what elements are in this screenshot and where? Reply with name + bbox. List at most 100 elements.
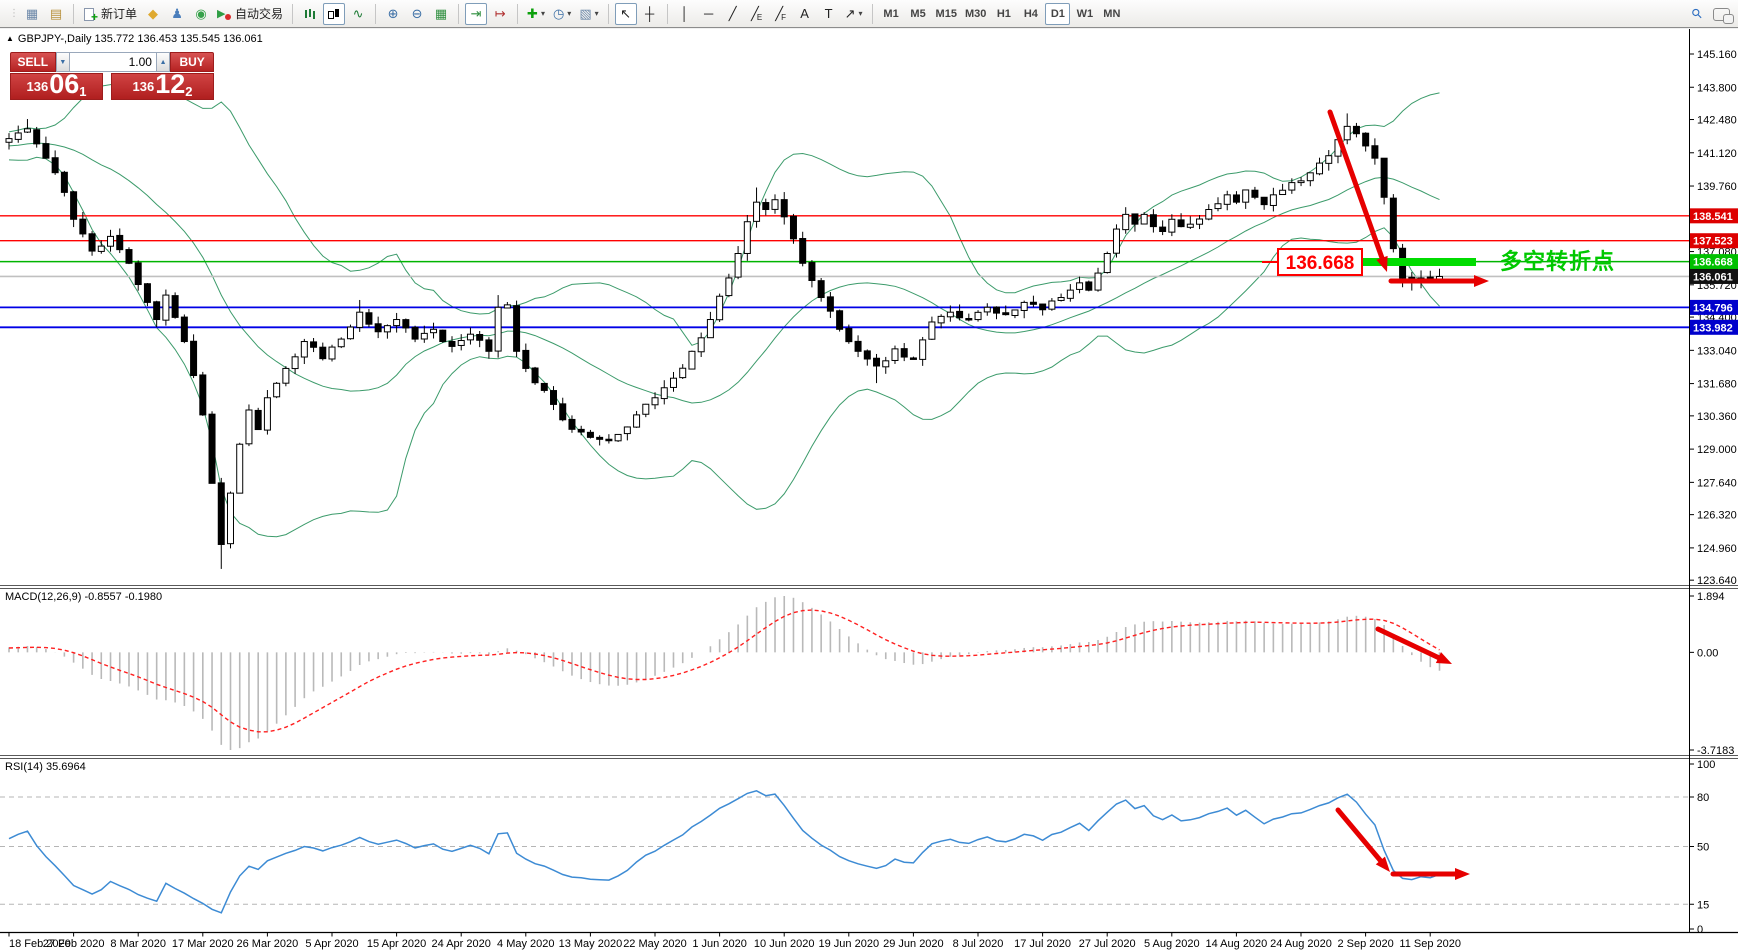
macd-axis-label: -3.7183	[1697, 745, 1734, 757]
zoom-in-button[interactable]: ⊕	[382, 3, 404, 25]
panel-collapse-icon[interactable]: ▲	[6, 34, 14, 43]
cursor-tool-button[interactable]: ↖	[614, 2, 637, 25]
price-tick-label: 133.040	[1697, 345, 1737, 357]
main-toolbar: ⋮▦▤新订单◆♟◉自动交易∿⊕⊖▦⇥↦✚▾◷▾▧▾↖┼│─╱╱E╱FAT↗▾M1…	[0, 0, 1738, 28]
turning-point-label: 多空转折点	[1500, 249, 1615, 274]
candlestick-mode-button[interactable]	[323, 2, 346, 25]
sell-price-big: 06	[49, 69, 80, 100]
price-tick-label: 145.160	[1697, 49, 1737, 61]
date-tick-label: 5 Aug 2020	[1144, 938, 1200, 950]
strategy-tester-icon: ♟	[171, 6, 183, 21]
price-badge-text: 136.668	[1693, 257, 1733, 269]
buy-price-sup: 2	[185, 84, 193, 99]
line-chart-mode-icon: ∿	[352, 6, 364, 21]
trendline-tool-button[interactable]: ╱	[722, 3, 744, 25]
date-tick-label: 29 Jun 2020	[883, 938, 944, 950]
equidistant-channel-tool-button[interactable]: ╱ E	[746, 3, 768, 25]
new-order-button[interactable]: 新订单	[80, 3, 140, 25]
sell-price[interactable]: 136 06 1	[10, 69, 104, 100]
toolbar-separator	[458, 3, 460, 24]
rsi-indicator-label: RSI(14) 35.6964	[5, 761, 86, 773]
price-tick-label: 142.480	[1697, 115, 1737, 127]
arrows-tool-icon: ↗	[844, 6, 856, 21]
price-tick-label: 124.960	[1697, 543, 1737, 555]
new-chart-window-button[interactable]: ▦	[21, 3, 43, 25]
trendline-tool-icon: ╱	[728, 6, 737, 21]
toolbar-separator	[517, 3, 519, 24]
buy-price[interactable]: 136 12 2	[111, 69, 214, 100]
tile-windows-icon: ▦	[434, 6, 448, 21]
zoom-in-icon: ⊕	[387, 6, 399, 21]
signals-icon: ◉	[195, 6, 207, 21]
autotrading-button[interactable]: 自动交易	[214, 3, 286, 25]
rsi-axis-label: 50	[1697, 842, 1709, 854]
metaeditor-button[interactable]: ◆	[142, 3, 164, 25]
chart-canvas[interactable]: 136.668 多空转折点 145.160 143.800 142.480 141.120…	[0, 29, 1738, 950]
bar-chart-mode-icon	[303, 7, 317, 21]
date-tick-label: 11 Sep 2020	[1399, 938, 1461, 950]
price-tick-label: 143.800	[1697, 82, 1737, 94]
timeframe-m5-button[interactable]: M5	[906, 3, 931, 25]
timeframe-m30-button[interactable]: M30	[962, 3, 989, 25]
volume-input[interactable]	[69, 52, 156, 72]
price-badge-text: 133.982	[1693, 322, 1733, 334]
text-label-tool-button[interactable]: T	[818, 3, 840, 25]
toolbar-separator	[73, 3, 74, 24]
timeframe-w1-button[interactable]: W1	[1072, 3, 1097, 25]
date-tick-label: 17 Mar 2020	[172, 938, 234, 950]
indicators-button[interactable]: ✚ ▾	[524, 3, 548, 25]
profiles-button[interactable]: ▤	[45, 3, 67, 25]
date-tick-label: 5 Apr 2020	[305, 938, 358, 950]
rsi-axis-label: 100	[1697, 759, 1715, 771]
profiles-icon: ▤	[49, 6, 63, 21]
cursor-tool-icon: ↖	[620, 6, 632, 21]
vertical-line-tool-button[interactable]: │	[674, 3, 696, 25]
fibonacci-tool-button[interactable]: ╱ F	[770, 3, 792, 25]
chart-shift-button[interactable]: ↦	[489, 3, 511, 25]
arrows-tool-button[interactable]: ↗ ▾	[842, 3, 866, 25]
templates-button[interactable]: ▧ ▾	[576, 3, 601, 25]
signals-button[interactable]: ◉	[190, 3, 212, 25]
timeframe-h4-button[interactable]: H4	[1018, 3, 1043, 25]
chart-shift-icon: ↦	[494, 6, 506, 21]
price-badge-text: 134.796	[1693, 302, 1733, 314]
bar-chart-mode-button[interactable]	[299, 3, 321, 25]
horizontal-line-tool-button[interactable]: ─	[698, 3, 720, 25]
timeframe-d1-button[interactable]: D1	[1045, 2, 1071, 25]
text-tool-button[interactable]: A	[794, 3, 816, 25]
timeframe-h1-button[interactable]: H1	[991, 3, 1016, 25]
periods-button[interactable]: ◷ ▾	[550, 3, 574, 25]
sell-price-prefix: 136	[26, 79, 49, 95]
line-chart-mode-button[interactable]: ∿	[347, 3, 369, 25]
date-tick-label: 17 Jul 2020	[1014, 938, 1071, 950]
macd-indicator-label: MACD(12,26,9) -0.8557 -0.1980	[5, 591, 163, 603]
zoom-out-button[interactable]: ⊖	[406, 3, 428, 25]
date-tick-label: 14 Aug 2020	[1206, 938, 1268, 950]
new-order-label: 新订单	[101, 7, 138, 21]
toolbar-separator	[871, 3, 873, 24]
buy-price-big: 12	[155, 69, 186, 100]
price-badge-text: 137.523	[1693, 236, 1733, 248]
crosshair-tool-button[interactable]: ┼	[639, 3, 661, 25]
autotrading-icon	[217, 7, 232, 21]
auto-scroll-button[interactable]: ⇥	[465, 2, 488, 25]
toolbar-separator	[666, 3, 668, 24]
search-button[interactable]: ⚲	[1686, 3, 1708, 25]
toolbar-separator	[375, 3, 377, 24]
buy-price-prefix: 136	[132, 79, 155, 95]
new-order-icon	[83, 7, 98, 24]
price-badge-text: 138.541	[1693, 211, 1733, 223]
date-tick-label: 22 May 2020	[623, 938, 687, 950]
strategy-tester-button[interactable]: ♟	[166, 3, 188, 25]
macd-axis-label: 1.894	[1697, 591, 1725, 603]
timeframe-m15-button[interactable]: M15	[933, 3, 960, 25]
chat-button[interactable]	[1710, 3, 1734, 25]
price-badge-text: 136.061	[1693, 271, 1733, 283]
timeframe-mn-button[interactable]: MN	[1099, 3, 1124, 25]
timeframe-m1-button[interactable]: M1	[879, 3, 904, 25]
tile-windows-button[interactable]: ▦	[430, 3, 452, 25]
date-tick-label: 26 Mar 2020	[237, 938, 299, 950]
toolbar-drag-handle: ⋮	[9, 8, 19, 19]
support-highlight-bar	[1360, 258, 1476, 266]
chat-icon	[1713, 8, 1734, 24]
